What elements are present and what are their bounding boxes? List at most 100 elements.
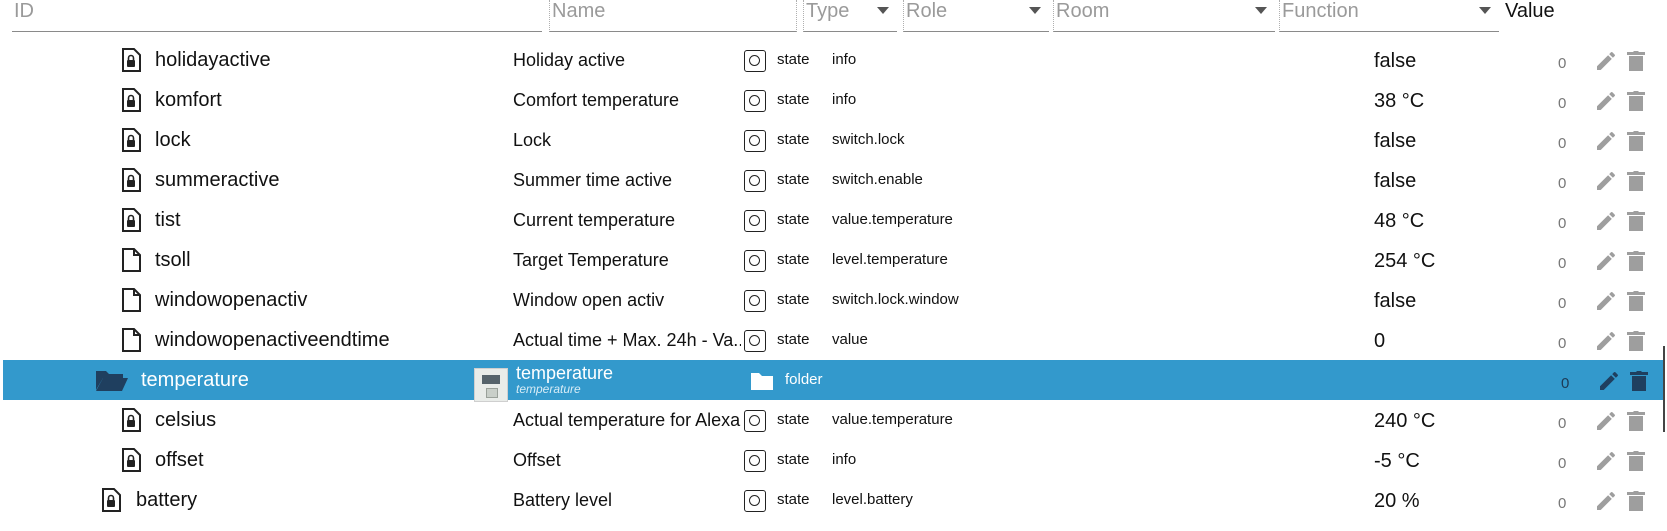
- file-icon: [121, 248, 141, 277]
- state-type-icon: [744, 90, 766, 112]
- chevron-down-icon: [1479, 7, 1491, 14]
- delete-icon[interactable]: [1625, 89, 1647, 118]
- delete-icon[interactable]: [1625, 489, 1647, 518]
- table-row[interactable]: celsius Actual temperature for Alexa state…: [0, 400, 1667, 440]
- value-column-header: Value: [1505, 0, 1555, 22]
- role-filter-label: Role: [906, 0, 948, 22]
- delete-icon[interactable]: [1625, 409, 1647, 438]
- row-value[interactable]: false: [1374, 129, 1416, 153]
- row-ack: 0: [1558, 215, 1567, 232]
- row-type: state: [777, 211, 810, 228]
- locked-file-icon: [121, 408, 141, 437]
- row-name: Summer time active: [513, 170, 673, 190]
- row-value[interactable]: -5 °C: [1374, 449, 1420, 473]
- row-value[interactable]: 38 °C: [1374, 89, 1424, 113]
- edit-icon[interactable]: [1594, 49, 1618, 78]
- table-row[interactable]: tsoll Target Temperature state level.temper…: [0, 240, 1667, 280]
- delete-icon[interactable]: [1625, 249, 1647, 278]
- row-type: state: [777, 411, 810, 428]
- row-value[interactable]: 0: [1374, 329, 1385, 353]
- row-type: state: [777, 91, 810, 108]
- row-id: celsius: [155, 409, 217, 431]
- row-ack: 0: [1558, 295, 1567, 312]
- table-row[interactable]: holidayactive Holiday active state info fals…: [0, 40, 1667, 80]
- table-row[interactable]: offset Offset state info -5 °C 0: [0, 440, 1667, 480]
- row-value[interactable]: false: [1374, 169, 1416, 193]
- row-value[interactable]: 254 °C: [1374, 249, 1435, 273]
- row-value[interactable]: false: [1374, 49, 1416, 73]
- edit-icon[interactable]: [1594, 129, 1618, 158]
- state-type-icon: [744, 50, 766, 72]
- delete-icon[interactable]: [1625, 169, 1647, 198]
- row-name-sub: temperature: [516, 382, 581, 396]
- edit-icon[interactable]: [1594, 89, 1618, 118]
- row-role: switch.enable: [832, 171, 923, 188]
- delete-icon[interactable]: [1625, 209, 1647, 238]
- state-type-icon: [744, 130, 766, 152]
- state-type-icon: [744, 490, 766, 512]
- edit-icon[interactable]: [1597, 369, 1621, 398]
- scrollbar[interactable]: [1663, 346, 1665, 432]
- row-name: Actual time + Max. 24h - Va...: [513, 330, 741, 350]
- row-id: summeractive: [155, 169, 280, 191]
- row-type: state: [777, 131, 810, 148]
- row-id: temperature: [141, 369, 249, 391]
- row-name: Current temperature: [513, 210, 676, 230]
- locked-file-icon: [121, 88, 141, 117]
- function-filter-label: Function: [1282, 0, 1359, 22]
- edit-icon[interactable]: [1594, 329, 1618, 358]
- edit-icon[interactable]: [1594, 449, 1618, 478]
- delete-icon[interactable]: [1625, 129, 1647, 158]
- edit-icon[interactable]: [1594, 289, 1618, 318]
- id-filter-input[interactable]: ID: [12, 0, 542, 32]
- row-ack: 0: [1558, 55, 1567, 72]
- row-name: temperature: [516, 363, 614, 383]
- row-ack: 0: [1558, 335, 1567, 352]
- table-row[interactable]: summeractive Summer time active state switc…: [0, 160, 1667, 200]
- edit-icon[interactable]: [1594, 249, 1618, 278]
- delete-icon[interactable]: [1625, 329, 1647, 358]
- delete-icon[interactable]: [1628, 369, 1650, 398]
- row-type: folder: [785, 371, 823, 388]
- row-role: info: [832, 451, 857, 468]
- role-filter-select[interactable]: Role: [903, 0, 1049, 32]
- file-icon: [121, 288, 141, 317]
- row-type: state: [777, 331, 810, 348]
- table-row[interactable]: battery Battery level state level.battery 20…: [0, 480, 1667, 520]
- row-value[interactable]: false: [1374, 289, 1416, 313]
- state-type-icon: [744, 250, 766, 272]
- name-filter-input[interactable]: Name: [549, 0, 797, 32]
- thermostat-thumbnail: [474, 368, 508, 402]
- row-value[interactable]: 20 %: [1374, 489, 1420, 513]
- table-row[interactable]: windowopenactiveendtime Actual time + Max…: [0, 320, 1667, 360]
- edit-icon[interactable]: [1594, 209, 1618, 238]
- row-value[interactable]: 48 °C: [1374, 209, 1424, 233]
- edit-icon[interactable]: [1594, 169, 1618, 198]
- row-name: Actual temperature for Alexa: [513, 410, 741, 430]
- row-value[interactable]: 240 °C: [1374, 409, 1435, 433]
- delete-icon[interactable]: [1625, 289, 1647, 318]
- table-row[interactable]: windowopenactiv Window open activ state swi…: [0, 280, 1667, 320]
- edit-icon[interactable]: [1594, 409, 1618, 438]
- table-row[interactable]: temperature temperature temperature folder 0: [3, 360, 1665, 402]
- row-name: Target Temperature: [513, 250, 669, 270]
- table-row[interactable]: komfort Comfort temperature state info 38 °C…: [0, 80, 1667, 120]
- type-filter-select[interactable]: Type: [803, 0, 897, 32]
- table-row[interactable]: tist Current temperature state value.temper…: [0, 200, 1667, 240]
- table-row[interactable]: lock Lock state switch.lock false 0: [0, 120, 1667, 160]
- row-id: offset: [155, 449, 204, 471]
- row-role: info: [832, 91, 857, 108]
- row-name: Holiday active: [513, 50, 626, 70]
- edit-icon[interactable]: [1594, 489, 1618, 518]
- row-name: Window open activ: [513, 290, 665, 310]
- row-id: komfort: [155, 89, 222, 111]
- room-filter-select[interactable]: Room: [1053, 0, 1275, 32]
- row-ack: 0: [1558, 455, 1567, 472]
- row-type: state: [777, 51, 810, 68]
- delete-icon[interactable]: [1625, 449, 1647, 478]
- row-ack: 0: [1561, 375, 1570, 392]
- row-name: Offset: [513, 450, 561, 470]
- chevron-down-icon: [877, 7, 889, 14]
- delete-icon[interactable]: [1625, 49, 1647, 78]
- function-filter-select[interactable]: Function: [1279, 0, 1499, 32]
